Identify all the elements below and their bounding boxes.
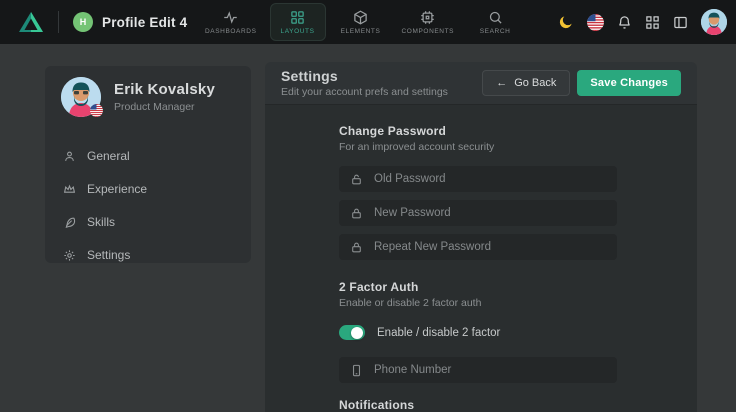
app-logo-icon[interactable] (18, 11, 44, 33)
toggle-label: Enable / disable 2 factor (377, 327, 500, 339)
two-factor-toggle[interactable] (339, 325, 365, 340)
panel-toggle-icon[interactable] (673, 15, 688, 30)
search-icon (488, 10, 503, 25)
section-title: Notifications (339, 398, 617, 412)
section-change-password: Change Password For an improved account … (339, 124, 617, 260)
us-flag-badge-icon (90, 104, 103, 117)
page-background: Erik Kovalsky Product Manager General Ex… (0, 44, 736, 412)
nav-label: SEARCH (480, 28, 511, 35)
smartphone-icon (350, 364, 363, 377)
sidebar-item-label: Settings (87, 248, 130, 262)
nav-item-layouts[interactable]: LAYOUTS (270, 3, 326, 41)
user-icon (63, 150, 76, 163)
sidebar-item-settings[interactable]: Settings (61, 244, 235, 266)
go-back-label: Go Back (514, 77, 556, 89)
profile-name: Erik Kovalsky (114, 81, 215, 98)
old-password-input[interactable] (374, 173, 606, 185)
crown-icon (63, 183, 76, 196)
activity-icon (223, 10, 238, 25)
moon-dark-mode-icon[interactable] (558, 14, 574, 30)
profile-avatar (61, 77, 101, 117)
nav-label: ELEMENTS (341, 28, 381, 35)
bell-notifications-icon[interactable] (617, 15, 632, 30)
nav-item-elements[interactable]: ELEMENTS (333, 3, 389, 41)
settings-title: Settings (281, 68, 448, 84)
back-arrow-icon: ← (496, 77, 507, 89)
profile-role: Product Manager (114, 101, 215, 113)
nav-item-search[interactable]: SEARCH (467, 3, 523, 41)
divider (58, 11, 59, 33)
layout-grid-icon (290, 10, 305, 25)
feather-icon (63, 216, 76, 229)
section-two-factor: 2 Factor Auth Enable or disable 2 factor… (339, 280, 617, 383)
profile-menu: General Experience Skills (61, 145, 235, 266)
page-title: Profile Edit 4 (102, 15, 187, 30)
sidebar-item-label: General (87, 149, 130, 163)
repeat-password-input[interactable] (374, 241, 606, 253)
sidebar-item-label: Skills (87, 215, 115, 229)
nav-item-dashboards[interactable]: DASHBOARDS (199, 3, 263, 41)
lock-icon (350, 241, 363, 254)
new-password-field (339, 200, 617, 226)
lock-icon (350, 207, 363, 220)
sidebar-item-general[interactable]: General (61, 145, 235, 167)
settings-subtitle: Edit your account prefs and settings (281, 86, 448, 98)
apps-grid-icon[interactable] (645, 15, 660, 30)
user-avatar[interactable] (701, 9, 727, 35)
nav-label: COMPONENTS (402, 28, 455, 35)
section-subtitle: For an improved account security (339, 141, 617, 153)
main-nav: DASHBOARDS LAYOUTS ELEMENTS COMPONENTS (199, 0, 523, 44)
section-title: 2 Factor Auth (339, 280, 617, 294)
go-back-button[interactable]: ← Go Back (482, 70, 570, 96)
box-icon (353, 10, 368, 25)
us-flag-language-icon[interactable] (587, 14, 604, 31)
profile-sidebar-card: Erik Kovalsky Product Manager General Ex… (45, 66, 251, 263)
cpu-icon (420, 10, 435, 25)
nav-label: DASHBOARDS (205, 28, 257, 35)
top-navbar: H Profile Edit 4 DASHBOARDS LAYOUTS ELEM… (0, 0, 736, 44)
settings-header: Settings Edit your account prefs and set… (265, 62, 697, 105)
section-notifications: Notifications Configure how you receive … (339, 398, 617, 412)
settings-body: Change Password For an improved account … (265, 105, 697, 412)
nav-label: LAYOUTS (280, 28, 314, 35)
page-letter-badge: H (73, 12, 93, 32)
sidebar-item-experience[interactable]: Experience (61, 178, 235, 200)
section-subtitle: Enable or disable 2 factor auth (339, 297, 617, 309)
phone-number-input[interactable] (374, 364, 606, 376)
sidebar-item-label: Experience (87, 182, 147, 196)
phone-number-field (339, 357, 617, 383)
nav-item-components[interactable]: COMPONENTS (396, 3, 461, 41)
sidebar-item-skills[interactable]: Skills (61, 211, 235, 233)
lock-icon (350, 173, 363, 186)
save-changes-button[interactable]: Save Changes (577, 70, 681, 96)
repeat-password-field (339, 234, 617, 260)
section-title: Change Password (339, 124, 617, 138)
new-password-input[interactable] (374, 207, 606, 219)
old-password-field (339, 166, 617, 192)
settings-panel: Settings Edit your account prefs and set… (265, 62, 697, 412)
gear-icon (63, 249, 76, 262)
